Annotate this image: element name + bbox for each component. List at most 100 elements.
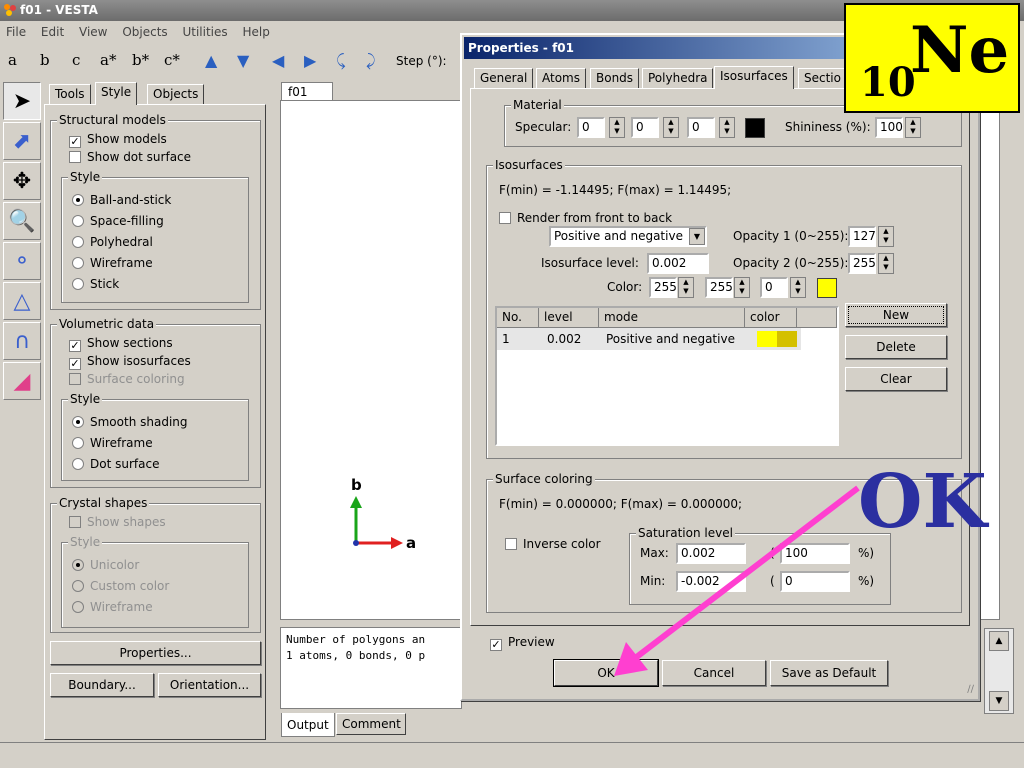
menu-help[interactable]: Help <box>242 25 269 39</box>
tab-objects[interactable]: Objects <box>147 84 205 104</box>
style-stick-radio[interactable]: Stick <box>72 275 119 293</box>
tab-atoms[interactable]: Atoms <box>536 68 586 88</box>
show-isosurfaces-checkbox[interactable]: ✓ Show isosurfaces <box>69 352 191 370</box>
spinner-icon[interactable]: ▲ ▼ <box>790 277 806 298</box>
orientation-button[interactable]: Orientation... <box>158 673 261 697</box>
color-g-input[interactable]: 255 <box>705 277 733 298</box>
crystal-wireframe-radio[interactable]: Wireframe <box>72 598 153 616</box>
tab-general[interactable]: General <box>474 68 534 88</box>
view-c-button[interactable]: c <box>72 51 80 69</box>
spinner-icon[interactable]: ▲ ▼ <box>678 277 694 298</box>
resize-grip-icon[interactable]: ∕∕ <box>967 684 974 695</box>
column-header-level[interactable]: level <box>539 308 599 328</box>
magnify-tool-icon[interactable]: 🔍 <box>3 202 41 240</box>
plane-tool-icon[interactable]: ◢ <box>3 362 41 400</box>
spinner-icon[interactable]: ▲ ▼ <box>609 117 625 138</box>
tab-style[interactable]: Style <box>95 82 138 105</box>
preview-label: Preview <box>508 635 555 649</box>
table-row[interactable]: 1 0.002 Positive and negative <box>497 328 801 350</box>
tab-tools[interactable]: Tools <box>49 84 91 104</box>
menu-file[interactable]: File <box>6 25 26 39</box>
view-b-button[interactable]: b <box>40 51 50 69</box>
dropdown-arrow-icon[interactable]: ▼ <box>689 228 705 245</box>
spinner-icon[interactable]: ▲ ▼ <box>719 117 735 138</box>
column-header-no[interactable]: No. <box>497 308 539 328</box>
tab-sections[interactable]: Sectio <box>798 68 847 88</box>
rotate-cw-icon[interactable]: ⤸ <box>366 51 376 71</box>
tab-comment[interactable]: Comment <box>336 713 406 735</box>
custom-color-radio[interactable]: Custom color <box>72 577 169 595</box>
color-b-input[interactable]: 0 <box>760 277 788 298</box>
view-a-star-button[interactable]: a* <box>100 51 116 69</box>
viewer-tab[interactable]: f01 <box>281 82 333 102</box>
volumetric-wireframe-radio[interactable]: Wireframe <box>72 434 153 452</box>
new-button[interactable]: New <box>845 303 947 327</box>
preview-checkbox[interactable]: ✓ Preview <box>490 633 555 651</box>
output-text-area[interactable]: Number of polygons an 1 atoms, 0 bonds, … <box>280 627 462 709</box>
specular-g-input[interactable]: 0 <box>631 117 659 138</box>
rotate-ccw-icon[interactable]: ⤹ <box>336 51 346 71</box>
menu-view[interactable]: View <box>79 25 107 39</box>
dot-surface-radio[interactable]: Dot surface <box>72 455 159 473</box>
column-header-color[interactable]: color <box>745 308 797 328</box>
properties-button[interactable]: Properties... <box>50 641 261 665</box>
view-b-star-button[interactable]: b* <box>132 51 149 69</box>
select-tool-icon[interactable]: ➤ <box>3 82 41 120</box>
tab-isosurfaces[interactable]: Isosurfaces <box>714 66 794 89</box>
clear-button[interactable]: Clear <box>845 367 947 391</box>
specular-r-input[interactable]: 0 <box>577 117 605 138</box>
scroll-up-icon[interactable]: ▲ <box>989 631 1009 651</box>
rotate-right-icon[interactable]: ▶ <box>304 51 316 70</box>
view-a-button[interactable]: a <box>8 51 17 69</box>
show-sections-checkbox[interactable]: ✓ Show sections <box>69 334 173 352</box>
boundary-button[interactable]: Boundary... <box>50 673 154 697</box>
show-shapes-checkbox[interactable]: Show shapes <box>69 513 166 531</box>
isosurface-level-input[interactable]: 0.002 <box>647 253 709 274</box>
opacity2-input[interactable]: 255 <box>848 253 876 274</box>
smooth-shading-radio[interactable]: Smooth shading <box>72 413 188 431</box>
isosurface-color-swatch[interactable] <box>817 278 837 298</box>
unicolor-radio[interactable]: Unicolor <box>72 556 139 574</box>
view-c-star-button[interactable]: c* <box>164 51 180 69</box>
tab-output[interactable]: Output <box>281 713 335 737</box>
tab-bonds[interactable]: Bonds <box>590 68 640 88</box>
rotate-left-icon[interactable]: ◀ <box>272 51 284 70</box>
menu-edit[interactable]: Edit <box>41 25 64 39</box>
style-polyhedral-radio[interactable]: Polyhedral <box>72 233 153 251</box>
distance-tool-icon[interactable]: ⚬ <box>3 242 41 280</box>
menu-utilities[interactable]: Utilities <box>182 25 227 39</box>
style-wireframe-radio[interactable]: Wireframe <box>72 254 153 272</box>
structure-viewer[interactable]: b a <box>280 100 465 620</box>
angle-tool-icon[interactable]: △ <box>3 282 41 320</box>
surface-coloring-checkbox[interactable]: Surface coloring <box>69 370 185 388</box>
opacity1-input[interactable]: 127 <box>848 226 876 247</box>
shininess-input[interactable]: 100 <box>875 117 903 138</box>
style-ball-and-stick-radio[interactable]: Ball-and-stick <box>72 191 171 209</box>
dihedral-tool-icon[interactable]: ∩ <box>3 322 41 360</box>
style-space-filling-radio[interactable]: Space-filling <box>72 212 164 230</box>
spinner-icon[interactable]: ▲ ▼ <box>905 117 921 138</box>
show-models-checkbox[interactable]: ✓ Show models <box>69 130 167 148</box>
translate-tool-icon[interactable]: ✥ <box>3 162 41 200</box>
delete-button[interactable]: Delete <box>845 335 947 359</box>
isosurface-mode-select[interactable]: Positive and negative ▼ <box>549 226 707 247</box>
spinner-icon[interactable]: ▲ ▼ <box>663 117 679 138</box>
column-header-mode[interactable]: mode <box>599 308 745 328</box>
scroll-down-icon[interactable]: ▼ <box>989 691 1009 711</box>
spinner-icon[interactable]: ▲ ▼ <box>878 226 894 247</box>
render-front-to-back-checkbox[interactable]: Render from front to back <box>499 209 672 227</box>
menu-objects[interactable]: Objects <box>122 25 167 39</box>
color-r-input[interactable]: 255 <box>649 277 677 298</box>
specular-color-swatch[interactable] <box>745 118 765 138</box>
tab-polyhedra[interactable]: Polyhedra <box>642 68 714 88</box>
spinner-icon[interactable]: ▲ ▼ <box>734 277 750 298</box>
rotate-down-icon[interactable]: ▼ <box>237 51 249 70</box>
show-dot-surface-checkbox[interactable]: Show dot surface <box>69 148 191 166</box>
output-scrollbar[interactable]: ▲ ▼ <box>984 628 1014 714</box>
element-symbol: Ne <box>910 13 1010 88</box>
specular-b-input[interactable]: 0 <box>687 117 715 138</box>
inverse-color-checkbox[interactable]: Inverse color <box>505 535 601 553</box>
rotate-up-icon[interactable]: ▲ <box>205 51 217 70</box>
spinner-icon[interactable]: ▲ ▼ <box>878 253 894 274</box>
select-region-icon[interactable]: ⬈ <box>3 122 41 160</box>
